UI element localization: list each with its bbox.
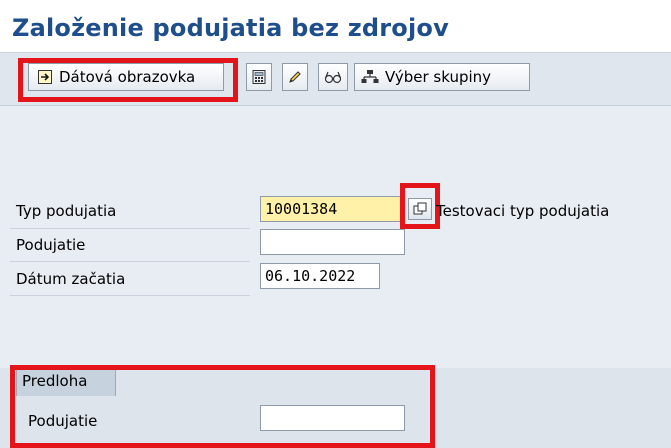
pencil-icon <box>287 69 303 85</box>
page-title: Založenie podujatia bez zdrojov <box>12 14 449 42</box>
highlight-box-data-screen <box>18 58 238 102</box>
event-type-field[interactable]: 10001384 <box>260 196 405 222</box>
glasses-icon <box>323 69 343 85</box>
edit-button[interactable] <box>282 63 308 91</box>
group-select-button[interactable]: Výber skupiny <box>354 63 530 91</box>
event-field[interactable] <box>260 229 405 255</box>
event-type-label: Typ podujatia <box>16 202 117 220</box>
row-divider <box>10 295 250 296</box>
event-type-description: Testovaci typ podujatia <box>436 202 610 220</box>
group-select-label: Výber skupiny <box>385 68 492 86</box>
calculator-button[interactable] <box>246 63 272 91</box>
highlight-box-value-help <box>400 183 440 229</box>
highlight-box-template <box>10 365 435 448</box>
row-divider <box>10 261 250 262</box>
start-date-label: Dátum začatia <box>16 270 126 288</box>
start-date-field[interactable]: 06.10.2022 <box>260 263 380 289</box>
hierarchy-icon <box>361 69 379 85</box>
display-button[interactable] <box>318 63 348 91</box>
event-label: Podujatie <box>16 236 86 254</box>
calculator-icon <box>251 69 267 85</box>
row-divider <box>10 228 250 229</box>
